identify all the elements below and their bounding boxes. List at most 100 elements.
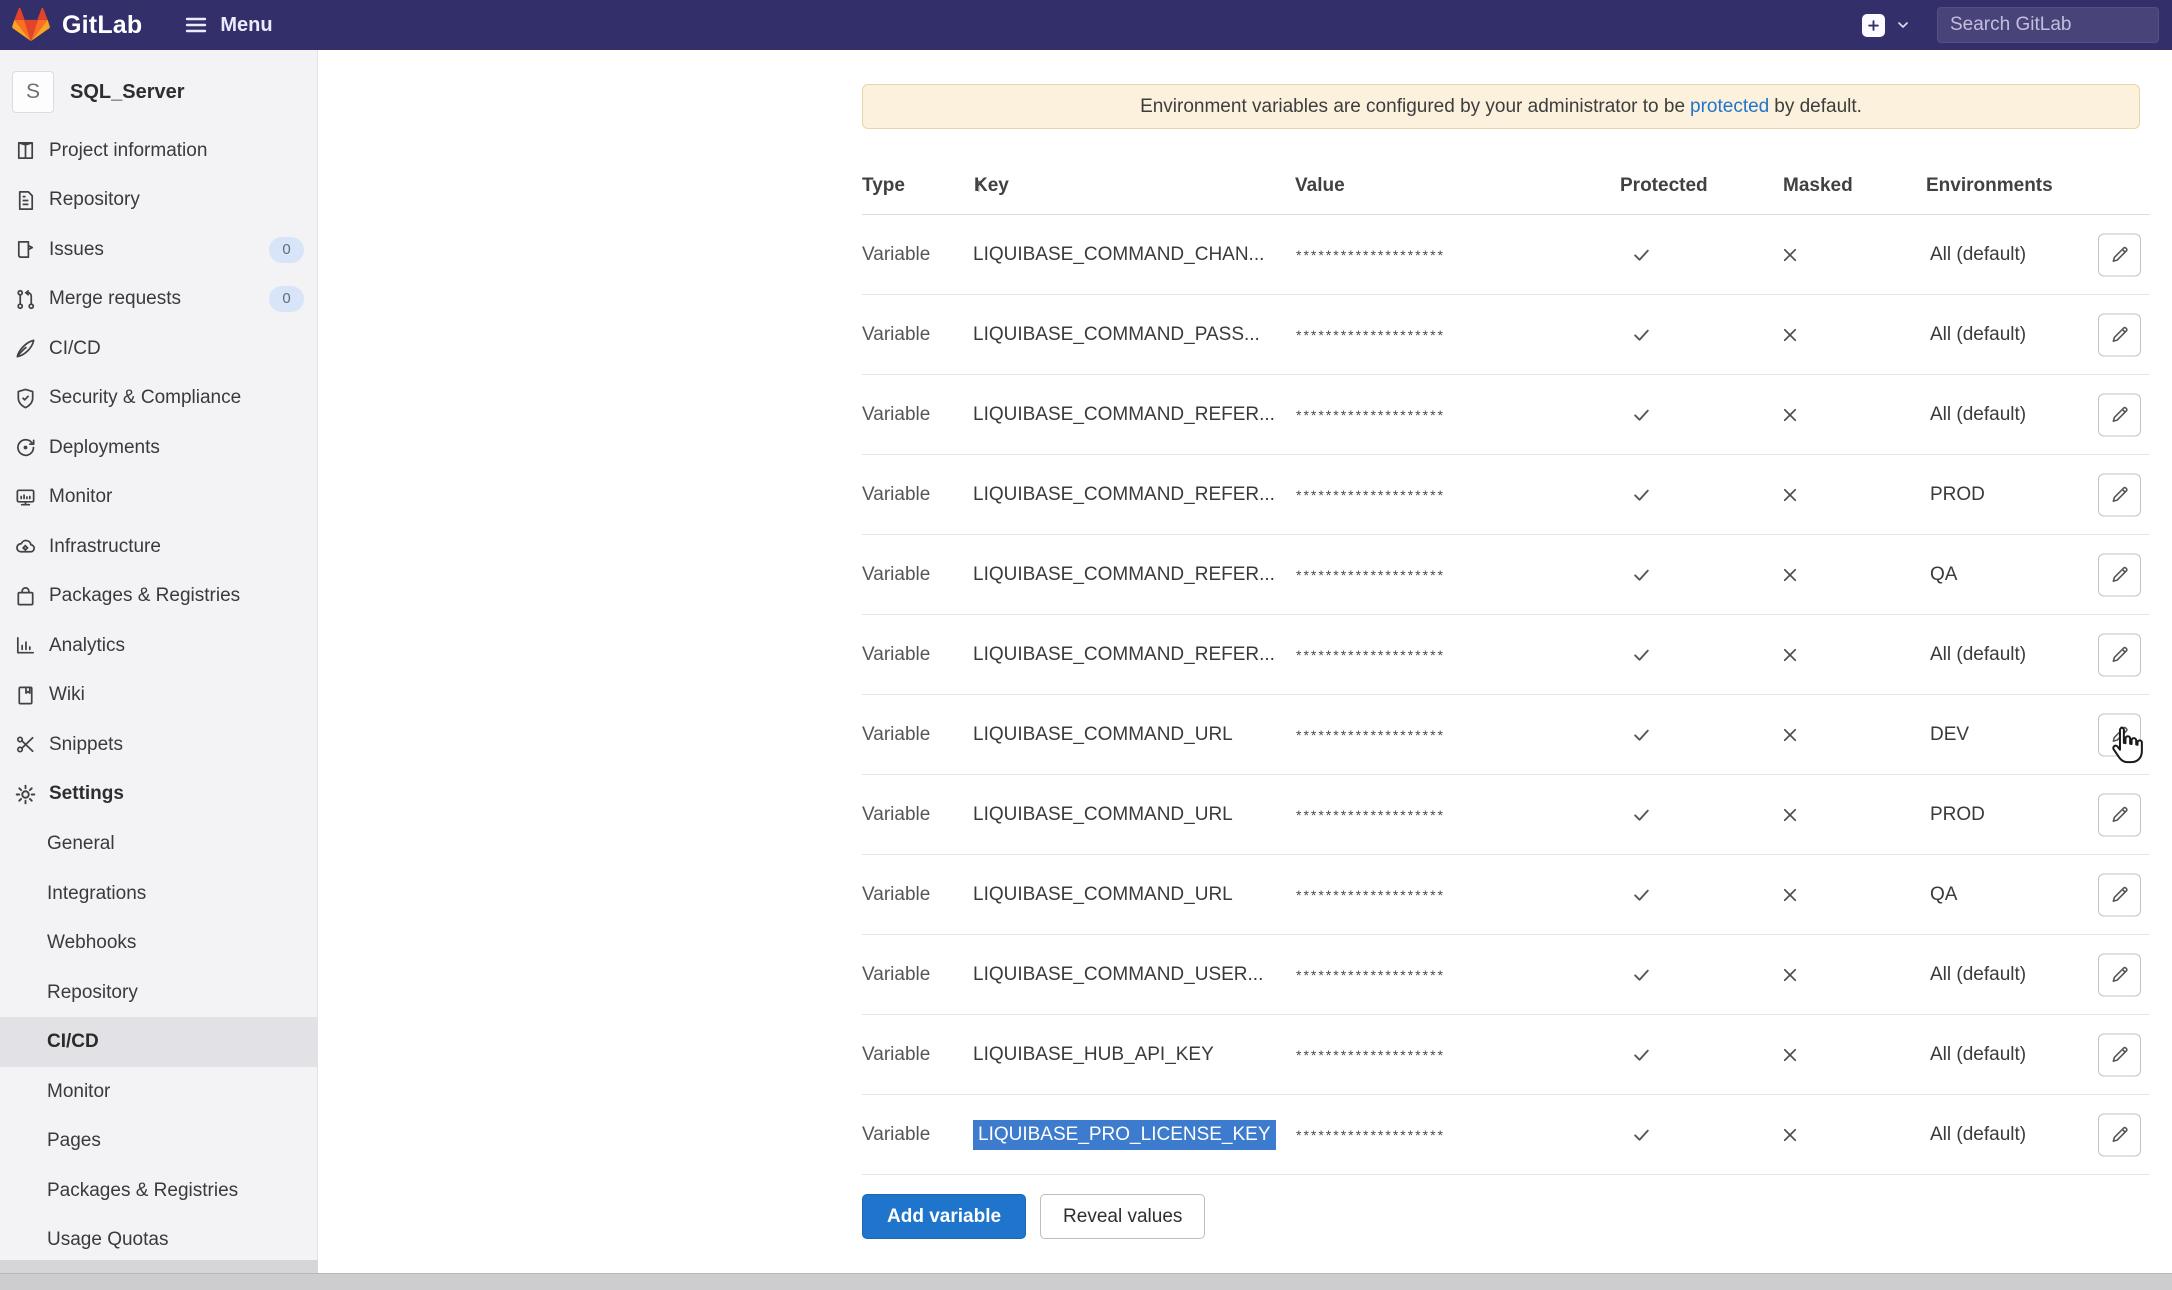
table-row: Variable LIQUIBASE_PRO_LICENSE_KEY *****… (862, 1095, 2150, 1175)
pencil-icon (2110, 805, 2130, 825)
masked-x-icon (1781, 806, 1799, 824)
banner-text-before: Environment variables are configured by … (1140, 96, 1685, 118)
row-environment: All (default) (1930, 1044, 2026, 1066)
monitor-icon (14, 486, 37, 509)
header-protected: Protected (1620, 175, 1708, 197)
edit-variable-button[interactable] (2098, 553, 2141, 596)
row-environment: PROD (1930, 804, 1985, 826)
sidebar-item-settings[interactable]: Settings (0, 770, 318, 820)
edit-variable-button[interactable] (2098, 873, 2141, 916)
gitlab-brand[interactable]: GitLab (12, 7, 142, 43)
sidebar-item-issues[interactable]: Issues 0 (0, 225, 318, 275)
row-type: Variable (862, 884, 930, 906)
sidebar-item-label: Deployments (49, 437, 160, 459)
sidebar-item-repository[interactable]: Repository (0, 176, 318, 226)
sidebar-item-merge-requests[interactable]: Merge requests 0 (0, 275, 318, 325)
menu-toggle[interactable]: Menu (184, 13, 272, 37)
add-variable-button[interactable]: Add variable (862, 1194, 1026, 1239)
table-row: Variable LIQUIBASE_COMMAND_URL *********… (862, 855, 2150, 935)
header-key-label: Key (974, 175, 1009, 197)
project-information-icon (14, 139, 37, 162)
sidebar-item-security-compliance[interactable]: Security & Compliance (0, 374, 318, 424)
sidebar-nav-list: Project information Repository Issues 0 … (0, 126, 318, 819)
edit-variable-button[interactable] (2098, 793, 2141, 836)
edit-variable-button[interactable] (2098, 1033, 2141, 1076)
plus-icon (1866, 18, 1881, 33)
left-sidebar: S SQL_Server Project information Reposit… (0, 50, 318, 1290)
issues-count-badge: 0 (269, 237, 304, 263)
masked-x-icon (1781, 566, 1799, 584)
sidebar-subitem-packages-registries[interactable]: Packages & Registries (0, 1166, 318, 1216)
deployments-icon (14, 436, 37, 459)
edit-variable-button[interactable] (2098, 313, 2141, 356)
project-name: SQL_Server (70, 81, 185, 104)
sidebar-item-project-information[interactable]: Project information (0, 126, 318, 176)
sidebar-subitem-integrations[interactable]: Integrations (0, 869, 318, 919)
row-key-selected: LIQUIBASE_PRO_LICENSE_KEY (973, 1120, 1276, 1150)
project-header[interactable]: S SQL_Server (0, 64, 318, 120)
sidebar-subitem-pages[interactable]: Pages (0, 1116, 318, 1166)
sidebar-item-infrastructure[interactable]: Infrastructure (0, 522, 318, 572)
row-value-masked: ******************** (1296, 647, 1445, 663)
gitlab-cicd-variables-page: GitLab Menu S SQL_Server Project informa… (0, 0, 2172, 1290)
sidebar-subitem-ci-cd-active[interactable]: CI/CD (0, 1017, 318, 1067)
row-key: LIQUIBASE_COMMAND_REFER... (973, 484, 1275, 506)
row-key: LIQUIBASE_COMMAND_PASS... (973, 324, 1260, 346)
new-menu-button[interactable] (1862, 14, 1885, 37)
pencil-icon (2110, 405, 2130, 425)
edit-variable-button[interactable] (2098, 953, 2141, 996)
search-input[interactable] (1937, 7, 2159, 43)
edit-variable-button[interactable] (2098, 1113, 2141, 1156)
table-row: Variable LIQUIBASE_COMMAND_PASS... *****… (862, 295, 2150, 375)
protected-check-icon (1632, 325, 1651, 344)
sidebar-subitem-general[interactable]: General (0, 819, 318, 869)
pencil-icon (2110, 1045, 2130, 1065)
row-environment: QA (1930, 564, 1957, 586)
sidebar-item-label: Repository (49, 189, 140, 211)
edit-variable-button[interactable] (2098, 633, 2141, 676)
sidebar-item-deployments[interactable]: Deployments (0, 423, 318, 473)
pencil-icon (2110, 965, 2130, 985)
sidebar-item-label: Settings (49, 783, 124, 805)
sidebar-item-monitor[interactable]: Monitor (0, 473, 318, 523)
edit-variable-button-hovered[interactable] (2098, 713, 2141, 756)
pencil-icon (2110, 725, 2130, 745)
row-environment: All (default) (1930, 964, 2026, 986)
gear-icon (14, 783, 37, 806)
sidebar-item-snippets[interactable]: Snippets (0, 720, 318, 770)
chevron-down-icon[interactable] (1895, 17, 1911, 33)
row-environment: QA (1930, 884, 1957, 906)
table-row: Variable LIQUIBASE_COMMAND_REFER... ****… (862, 615, 2150, 695)
sidebar-item-ci-cd[interactable]: CI/CD (0, 324, 318, 374)
top-navbar: GitLab Menu (0, 0, 2172, 50)
sidebar-item-analytics[interactable]: Analytics (0, 621, 318, 671)
sidebar-item-label: CI/CD (49, 338, 101, 360)
row-environment: All (default) (1930, 324, 2026, 346)
sidebar-item-wiki[interactable]: Wiki (0, 671, 318, 721)
sidebar-item-label: Packages & Registries (49, 585, 240, 607)
sidebar-item-packages-registries[interactable]: Packages & Registries (0, 572, 318, 622)
masked-x-icon (1781, 1046, 1799, 1064)
menu-label: Menu (220, 14, 272, 37)
reveal-values-button[interactable]: Reveal values (1040, 1194, 1205, 1239)
table-actions: Add variable Reveal values (862, 1194, 1205, 1239)
masked-x-icon (1781, 246, 1799, 264)
protected-check-icon (1632, 805, 1651, 824)
row-type: Variable (862, 964, 930, 986)
protected-link[interactable]: protected (1690, 96, 1769, 118)
edit-variable-button[interactable] (2098, 393, 2141, 436)
sidebar-subitem-usage-quotas[interactable]: Usage Quotas (0, 1215, 318, 1265)
edit-variable-button[interactable] (2098, 473, 2141, 516)
edit-variable-button[interactable] (2098, 233, 2141, 276)
row-key: LIQUIBASE_HUB_API_KEY (973, 1044, 1214, 1066)
sidebar-subitem-monitor[interactable]: Monitor (0, 1067, 318, 1117)
pencil-icon (2110, 645, 2130, 665)
protected-check-icon (1632, 405, 1651, 424)
sidebar-subitem-webhooks[interactable]: Webhooks (0, 918, 318, 968)
variables-table-header: Type ↑ Key Value Protected Masked Enviro… (862, 158, 2150, 215)
sidebar-subitem-repository[interactable]: Repository (0, 968, 318, 1018)
row-value-masked: ******************** (1296, 567, 1445, 583)
row-value-masked: ******************** (1296, 487, 1445, 503)
row-key: LIQUIBASE_COMMAND_URL (973, 884, 1233, 906)
masked-x-icon (1781, 646, 1799, 664)
